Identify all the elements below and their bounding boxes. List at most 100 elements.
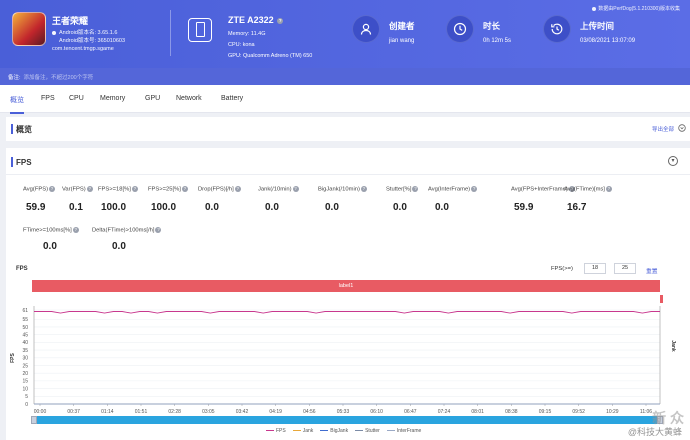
collapse-icon[interactable]: ▾ [668, 156, 678, 166]
export-all-button[interactable]: 导出全部 [652, 125, 674, 133]
help-icon[interactable]: ? [605, 186, 612, 192]
metric-label: Var(FPS)? [62, 186, 93, 193]
tab-gpu[interactable]: GPU [145, 95, 160, 102]
duration-value: 0h 12m 5s [483, 38, 512, 44]
legend-item-fps[interactable]: FPS [276, 428, 286, 434]
help-icon[interactable]: ? [471, 186, 478, 192]
divider [170, 10, 171, 56]
tab-memory[interactable]: Memory [100, 95, 125, 102]
x-tick-label: 11:06 [640, 409, 652, 415]
x-tick-label: 02:28 [168, 409, 181, 415]
app-package: com.tencent.tmgp.sgame [52, 46, 114, 52]
legend-item-stutter[interactable]: Stutter [365, 428, 380, 434]
legend-item-jank[interactable]: Jank [303, 428, 314, 434]
fps-threshold-input-2[interactable]: 25 [614, 263, 636, 274]
perfdog-icon [592, 6, 597, 11]
y-tick-label: 20 [22, 371, 28, 377]
metric-value: 0.0 [112, 241, 126, 252]
metric-label: Avg(FTime)[ms]? [564, 186, 612, 193]
x-tick-label: 10:29 [606, 409, 619, 415]
tab-bar: 概览 FPS CPU Memory GPU Network Battery [0, 85, 690, 114]
y-tick-label: 61 [22, 308, 28, 314]
y2-axis-label: Jank [670, 340, 676, 352]
metric-value: 0.0 [435, 202, 449, 213]
time-range-scrollbar[interactable] [31, 416, 663, 424]
fps-line-chart[interactable]: 615550454035302520151050FPSJank00:00 00:3… [6, 296, 690, 416]
x-tick-label: 03:42 [236, 409, 249, 415]
legend-item-interframe[interactable]: InterFrame [397, 428, 421, 434]
y-axis-label: FPS [10, 352, 16, 362]
metric-label: BigJank(/10min)? [318, 186, 367, 193]
metric-value: 100.0 [101, 202, 127, 213]
fps-title: FPS [16, 158, 32, 167]
reset-button[interactable]: 重置 [646, 266, 658, 275]
creator-value: jian wang [389, 38, 415, 44]
export-icon[interactable] [678, 124, 686, 132]
help-icon[interactable]: ? [234, 186, 241, 192]
tab-cpu[interactable]: CPU [69, 95, 84, 102]
help-icon[interactable]: ? [86, 186, 93, 192]
overview-title: 概览 [16, 125, 32, 134]
android-version-code: Android版本号: 365010603 [52, 36, 125, 44]
x-tick-label: 08:38 [505, 409, 518, 415]
range-start-handle[interactable] [31, 416, 37, 424]
device-memory: Memory: 11.4G [228, 31, 266, 37]
report-header: 王者荣耀 Android版本名: 3.65.1.6 Android版本号: 36… [0, 0, 690, 68]
tab-network[interactable]: Network [176, 95, 202, 102]
divider [6, 174, 690, 175]
help-icon[interactable]: ? [412, 186, 419, 192]
x-tick-label: 00:37 [67, 409, 80, 415]
metric-value: 16.7 [567, 202, 587, 213]
tab-overview[interactable]: 概览 [10, 95, 24, 114]
label-bar[interactable]: label1 [32, 280, 660, 292]
y-tick-label: 35 [22, 348, 28, 354]
help-icon[interactable]: ? [72, 227, 79, 233]
fps-threshold-input-1[interactable]: 18 [584, 263, 606, 274]
metric-label: Avg(FPS)? [23, 186, 56, 193]
metric-value: 0.0 [205, 202, 219, 213]
app-icon [12, 12, 46, 46]
y-tick-label: 25 [22, 363, 28, 369]
metric-value: 0.0 [393, 202, 407, 213]
tab-battery[interactable]: Battery [221, 95, 243, 102]
android-icon [52, 30, 56, 35]
help-icon[interactable]: ? [181, 186, 188, 192]
x-tick-label: 06:10 [370, 409, 383, 415]
history-icon [543, 15, 571, 43]
metric-label: Delta(FTime)>100ms[/h]? [92, 227, 162, 234]
legend-swatch [292, 429, 301, 432]
help-icon[interactable]: ? [360, 186, 367, 192]
metric-label: FTime>=100ms[%]? [23, 227, 79, 234]
y-tick-label: 0 [25, 402, 28, 408]
phone-icon [188, 18, 212, 42]
tab-fps[interactable]: FPS [41, 95, 55, 102]
x-tick-label: 05:33 [337, 409, 350, 415]
metric-label: FPS>=25[%]? [148, 186, 188, 193]
fps-threshold-label: FPS(>=) [551, 266, 573, 272]
device-gpu: GPU: Qualcomm Adreno (TM) 650 [228, 53, 313, 59]
overview-section: 概览 导出全部 [6, 117, 690, 141]
metric-value: 0.0 [43, 241, 57, 252]
note-input[interactable]: 添加备注，不超过200个字符 [24, 75, 94, 81]
note-label: 备注: [8, 75, 21, 81]
metric-value: 100.0 [151, 202, 177, 213]
legend-swatch [386, 429, 395, 432]
info-icon[interactable]: ? [277, 17, 284, 24]
note-bar[interactable]: 备注: 添加备注，不超过200个字符 [0, 68, 690, 85]
metric-value: 0.1 [69, 202, 83, 213]
help-icon[interactable]: ? [155, 227, 162, 233]
help-icon[interactable]: ? [292, 186, 299, 192]
metric-label: Avg(InterFrame)? [428, 186, 478, 193]
x-tick-label: 01:51 [135, 409, 148, 415]
legend-item-bigjank[interactable]: BigJank [330, 428, 348, 434]
series-line-fps [34, 311, 660, 314]
x-tick-label: 04:56 [303, 409, 316, 415]
legend-swatch [355, 429, 364, 432]
x-tick-label: 09:15 [539, 409, 552, 415]
metric-label: Drop(FPS)[/h]? [198, 186, 241, 193]
help-icon[interactable]: ? [49, 186, 56, 192]
y-tick-label: 45 [22, 332, 28, 338]
help-icon[interactable]: ? [131, 186, 138, 192]
user-icon [352, 15, 380, 43]
x-tick-label: 01:14 [101, 409, 114, 415]
